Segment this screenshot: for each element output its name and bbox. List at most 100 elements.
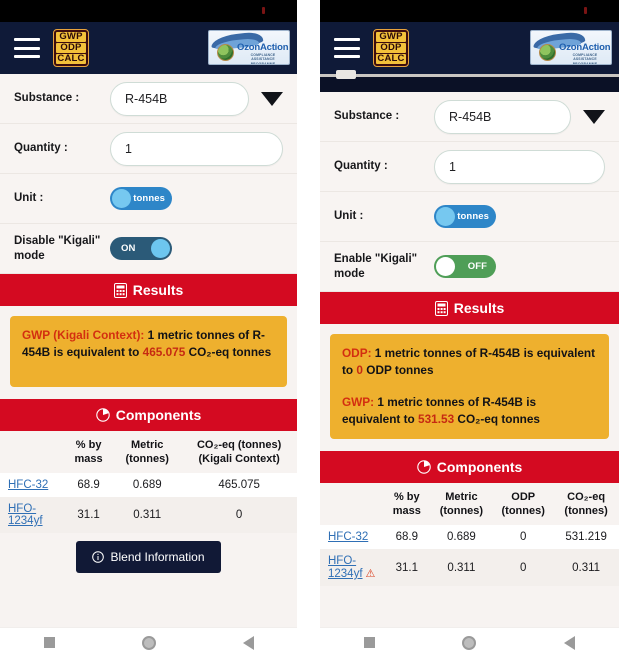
chevron-down-icon[interactable] xyxy=(261,91,283,106)
scroll-content-left: Substance : R-454B Quantity : 1 Unit : t… xyxy=(0,74,297,627)
component-name-cell: HFC-32 xyxy=(0,473,64,497)
component-odp-cell: 0 xyxy=(519,531,527,543)
gwp-result-line: GWP: 1 metric tonnes of R-454B is equiva… xyxy=(342,394,597,428)
component-mass-cell: 68.9 xyxy=(77,479,100,491)
ozonaction-logo-text: OzonAction xyxy=(559,42,611,53)
recents-icon[interactable] xyxy=(43,637,55,648)
substance-select[interactable]: R-454B xyxy=(434,99,571,134)
component-link[interactable]: HFC-32 xyxy=(328,531,368,543)
scroll-thumb[interactable] xyxy=(336,70,356,79)
gwp-result-key: GWP (Kigali Context): xyxy=(22,328,145,342)
component-link[interactable]: HFC-32 xyxy=(8,479,48,491)
component-link[interactable]: HFO-1234yf xyxy=(8,503,43,527)
unit-row: Unit : tonnes xyxy=(320,192,619,242)
component-odp-cell: 0 xyxy=(519,561,527,574)
col-name xyxy=(320,483,384,525)
unit-toggle-label: tonnes xyxy=(457,211,489,222)
component-mass-cell: 31.1 xyxy=(77,509,100,521)
back-icon[interactable] xyxy=(564,635,576,650)
kigali-mode-label: Disable "Kigali" mode xyxy=(14,234,101,262)
component-name-cell: HFC-32 xyxy=(320,525,384,549)
scroll-content-right: Substance : R-454B Quantity : 1 Unit : t… xyxy=(320,92,619,627)
col-metric: Metric (tonnes) xyxy=(439,491,484,517)
component-link[interactable]: HFO-1234yf xyxy=(328,555,363,580)
table-row: HFO-1234yf 31.1 0.311 0 xyxy=(0,497,297,533)
pie-chart-icon xyxy=(416,460,431,474)
status-indicator-icon xyxy=(584,7,587,14)
component-mass-cell: 31.1 xyxy=(395,561,418,574)
table-row: HFC-32 68.9 0.689 0 531.219 xyxy=(320,525,619,549)
status-indicator-icon xyxy=(262,7,265,14)
android-nav-bar-left xyxy=(0,627,297,657)
substance-label: Substance : xyxy=(334,110,400,122)
unit-label: Unit : xyxy=(334,210,364,222)
quantity-row: Quantity : 1 xyxy=(320,142,619,192)
kigali-toggle-label: OFF xyxy=(467,261,487,272)
components-section-header: Components xyxy=(0,399,297,431)
col-co2: CO₂-eq (tonnes) (Kigali Context) xyxy=(196,439,282,465)
hamburger-menu-icon[interactable] xyxy=(334,38,360,58)
unit-row: Unit : tonnes xyxy=(0,174,297,224)
component-co2-cell: 531.219 xyxy=(565,531,607,543)
globe-icon xyxy=(217,44,234,61)
blend-information-label: Blend Information xyxy=(110,550,205,564)
app-logo: GWP ODP CALC xyxy=(53,29,89,67)
substance-select[interactable]: R-454B xyxy=(110,81,249,116)
app-logo-line-1: GWP xyxy=(376,32,406,42)
recents-icon[interactable] xyxy=(363,637,375,648)
col-odp: ODP (tonnes) xyxy=(501,491,545,517)
hamburger-menu-icon[interactable] xyxy=(14,38,40,58)
quantity-input[interactable]: 1 xyxy=(434,149,605,184)
home-icon[interactable] xyxy=(141,635,156,650)
unit-toggle[interactable]: tonnes xyxy=(110,187,172,210)
kigali-mode-toggle[interactable]: ON xyxy=(110,237,172,260)
phone-screen-right: GWP ODP CALC OzonAction COMPLIANCE ASSIS… xyxy=(320,0,619,657)
results-header-label: Results xyxy=(132,282,184,298)
odp-result-text-after: ODP tonnes xyxy=(362,363,434,377)
table-header-row: % by mass Metric (tonnes) ODP (tonnes) C… xyxy=(320,483,619,525)
kigali-mode-label: Enable "Kigali" mode xyxy=(334,252,418,280)
col-mass: % by mass xyxy=(392,491,421,517)
component-name-cell: HFO-1234yf xyxy=(0,497,64,533)
substance-row: Substance : R-454B xyxy=(320,92,619,142)
app-logo: GWP ODP CALC xyxy=(373,29,409,67)
components-header-label: Components xyxy=(115,407,202,423)
blend-information-button[interactable]: Blend Information xyxy=(76,541,221,573)
components-section-header: Components xyxy=(320,451,619,483)
component-name-cell: HFO-1234yf ⚠ xyxy=(320,549,384,586)
component-metric-cell: 0.689 xyxy=(447,531,476,543)
component-co2-cell: 465.075 xyxy=(218,479,260,491)
substance-label: Substance : xyxy=(14,92,80,104)
status-bar-left xyxy=(0,0,297,22)
substance-row: Substance : R-454B xyxy=(0,74,297,124)
kigali-mode-toggle[interactable]: OFF xyxy=(434,255,496,278)
quantity-input[interactable]: 1 xyxy=(110,131,283,166)
gwp-result-value: 531.53 xyxy=(418,412,455,426)
component-mass-cell: 68.9 xyxy=(395,531,418,543)
warning-icon: ⚠ xyxy=(365,568,376,580)
ozonaction-logo-subtext: COMPLIANCE ASSISTANCE PROGRAMME xyxy=(250,53,276,65)
app-logo-line-2: ODP xyxy=(56,43,86,53)
kigali-mode-row: Disable "Kigali" mode ON xyxy=(0,224,297,274)
kigali-mode-row: Enable "Kigali" mode OFF xyxy=(320,242,619,292)
app-logo-line-2: ODP xyxy=(376,43,406,53)
components-table-right: % by mass Metric (tonnes) ODP (tonnes) C… xyxy=(320,483,619,586)
back-icon[interactable] xyxy=(242,635,254,650)
component-metric-cell: 0.311 xyxy=(447,561,476,574)
results-card-right: ODP: 1 metric tonnes of R-454B is equiva… xyxy=(330,334,609,439)
component-metric-cell: 0.689 xyxy=(132,479,162,491)
components-header-label: Components xyxy=(436,459,523,475)
chevron-down-icon[interactable] xyxy=(583,109,605,124)
results-section-header: Results xyxy=(0,274,297,306)
ozonaction-logo-subtext: COMPLIANCE ASSISTANCE PROGRAMME xyxy=(572,53,598,65)
app-logo-line-1: GWP xyxy=(56,32,86,42)
home-icon[interactable] xyxy=(462,635,477,650)
kigali-toggle-knob xyxy=(436,257,455,276)
pie-chart-icon xyxy=(95,408,110,422)
unit-toggle-label: tonnes xyxy=(133,193,165,204)
results-card-left: GWP (Kigali Context): 1 metric tonnes of… xyxy=(10,316,287,387)
component-co2-cell: 0 xyxy=(235,509,243,521)
app-logo-line-3: CALC xyxy=(376,53,406,64)
dual-screenshot-stage: GWP ODP CALC OzonAction COMPLIANCE ASSIS… xyxy=(0,0,620,657)
unit-toggle[interactable]: tonnes xyxy=(434,205,496,228)
